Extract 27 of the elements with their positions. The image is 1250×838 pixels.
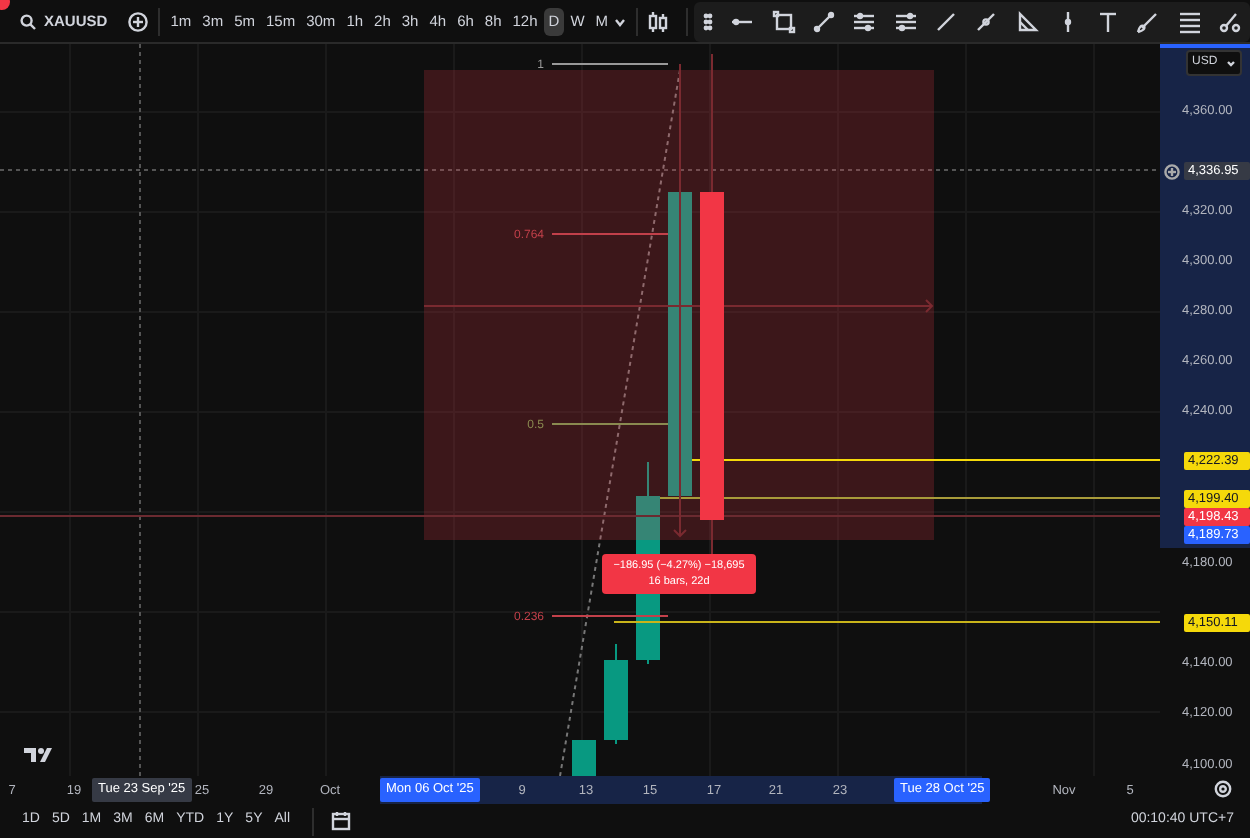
fib-level-line [551,63,669,65]
price-range-edge [1160,44,1250,48]
path-icon[interactable] [1218,9,1243,33]
trend-line-icon[interactable] [812,9,837,33]
candle [572,740,596,776]
text-icon[interactable] [1096,9,1121,33]
rectangle-icon[interactable] [771,9,796,33]
add-circle-icon[interactable] [127,11,148,31]
calendar-icon[interactable] [330,810,353,832]
fib-level-line [551,423,669,425]
caret-icon [1225,58,1236,68]
settings-icon[interactable] [1214,780,1232,798]
add-circle-icon[interactable] [1164,163,1180,179]
brush-icon[interactable] [1136,9,1161,33]
search-icon [20,13,36,29]
ray-icon[interactable] [974,9,999,33]
fib-level-line [551,615,669,617]
grip-icon[interactable] [702,9,715,33]
candles-icon[interactable] [645,9,670,33]
triangle-ruler-icon[interactable] [1015,9,1040,33]
candle [604,643,628,745]
line-segment-icon[interactable] [933,9,958,33]
parallel-channel-icon[interactable] [852,9,877,33]
fib-level-line [551,233,669,235]
channel-lines-icon[interactable] [893,9,918,33]
logo-icon [22,744,54,764]
fib-lines-icon[interactable] [1177,9,1202,33]
